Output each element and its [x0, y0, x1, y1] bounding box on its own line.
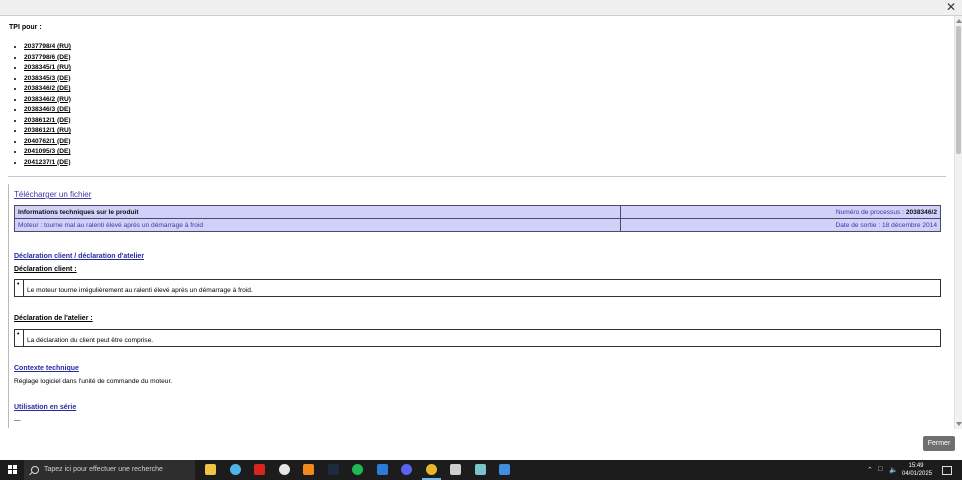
product-info-table: Informations techniques sur le produit N…	[14, 205, 941, 232]
scroll-up-icon[interactable]	[956, 19, 962, 23]
stack-app-icon[interactable]	[474, 464, 486, 475]
document-content: TPI pour : 2037798/4 (RU) 2037798/6 (DE)…	[0, 16, 955, 428]
discord-icon[interactable]	[401, 464, 412, 475]
volume-icon[interactable]: 🔈	[889, 466, 898, 474]
photo-app-icon[interactable]	[499, 464, 510, 475]
search-icon	[31, 466, 39, 474]
bullet: •	[17, 281, 20, 288]
tpi-link[interactable]: 2037798/4 (RU)	[24, 42, 71, 53]
clock-time: 15:49	[908, 463, 924, 469]
client-declaration-text: Le moteur tourne irrégulièrement au rale…	[27, 287, 253, 294]
window-title-bar: ✕	[0, 0, 962, 16]
declarations-title[interactable]: Déclaration client / déclaration d'ateli…	[14, 253, 144, 260]
tpi-link[interactable]: 2038345/3 (DE)	[24, 74, 71, 85]
tpi-link[interactable]: 2038612/1 (RU)	[24, 126, 71, 137]
close-button[interactable]: Fermer	[923, 436, 955, 451]
download-file-link[interactable]: Télécharger un fichier	[14, 190, 91, 199]
taskbar-search-placeholder: Tapez ici pour effectuer une recherche	[44, 466, 163, 473]
series-usage-text: —	[14, 417, 21, 424]
workshop-declaration-text: La déclaration du client peut être compr…	[27, 337, 154, 344]
bullet: •	[17, 331, 20, 338]
workshop-declaration-title: Déclaration de l'atelier :	[14, 315, 93, 322]
workshop-declaration-box: • La déclaration du client peut être com…	[14, 329, 941, 347]
product-info-header: Informations techniques sur le produit	[14, 205, 621, 219]
document-panel: Télécharger un fichier Informations tech…	[8, 184, 949, 428]
chrome-icon[interactable]	[421, 464, 441, 480]
release-date: 18 décembre 2014	[882, 221, 937, 229]
tpi-link[interactable]: 2041237/1 (DE)	[24, 158, 71, 169]
process-number: 2038346/2	[905, 208, 937, 216]
tpi-link[interactable]: 2038346/2 (RU)	[24, 95, 71, 106]
spotify-icon[interactable]	[352, 464, 363, 475]
acrobat-icon[interactable]	[254, 464, 265, 475]
tpi-link[interactable]: 2038346/2 (DE)	[24, 84, 71, 95]
network-icon[interactable]: □	[878, 466, 882, 473]
technical-context-text: Réglage logiciel dans l'unité de command…	[14, 378, 173, 385]
clock-date: 04/01/2025	[902, 471, 933, 477]
notes-icon[interactable]	[376, 464, 388, 475]
divider	[8, 176, 946, 177]
vlc-icon[interactable]	[303, 464, 314, 475]
product-subject: Moteur : tourne mal au ralenti élevé apr…	[14, 218, 621, 232]
tpi-link[interactable]: 2037798/6 (DE)	[24, 53, 71, 64]
taskbar: Tapez ici pour effectuer une recherche ⌃…	[0, 460, 962, 480]
scroll-down-icon[interactable]	[956, 422, 962, 426]
client-declaration-box: • Le moteur tourne irrégulièrement au ra…	[14, 279, 941, 297]
settings-tool-icon[interactable]	[450, 464, 461, 475]
box-divider	[23, 280, 24, 296]
vertical-scrollbar[interactable]	[954, 16, 962, 429]
close-icon[interactable]: ✕	[946, 1, 956, 14]
lightroom-icon[interactable]	[327, 464, 339, 475]
process-number-label: Numéro de processus :	[835, 208, 904, 216]
taskbar-search-box[interactable]: Tapez ici pour effectuer une recherche	[24, 460, 195, 480]
technical-context-title[interactable]: Contexte technique	[14, 365, 79, 372]
release-date-cell: Date de sortie : 18 décembre 2014	[620, 218, 941, 232]
file-explorer-icon[interactable]	[205, 464, 216, 475]
tpi-title: TPI pour :	[9, 24, 42, 31]
tpi-link[interactable]: 2038345/1 (RU)	[24, 63, 71, 74]
tpi-link[interactable]: 2040762/1 (DE)	[24, 137, 71, 148]
windows-start-icon[interactable]	[8, 465, 17, 474]
client-declaration-title: Déclaration client :	[14, 266, 77, 273]
process-number-cell: Numéro de processus : 2038346/2	[620, 205, 941, 219]
notification-icon[interactable]	[942, 466, 952, 475]
scroll-thumb[interactable]	[956, 26, 961, 154]
tpi-link[interactable]: 2041095/3 (DE)	[24, 147, 71, 158]
box-divider	[23, 330, 24, 346]
taskbar-clock[interactable]: 15:49 04/01/2025	[902, 462, 933, 478]
series-usage-title[interactable]: Utilisation en série	[14, 404, 76, 411]
tpi-link[interactable]: 2038346/3 (DE)	[24, 105, 71, 116]
tray-chevron-up-icon[interactable]: ⌃	[867, 466, 873, 474]
maps-icon[interactable]	[229, 464, 241, 475]
release-date-label: Date de sortie :	[835, 221, 881, 229]
app-s-icon[interactable]	[278, 464, 290, 475]
tpi-link[interactable]: 2038612/1 (DE)	[24, 116, 71, 127]
tpi-list: 2037798/4 (RU) 2037798/6 (DE) 2038345/1 …	[14, 42, 71, 168]
